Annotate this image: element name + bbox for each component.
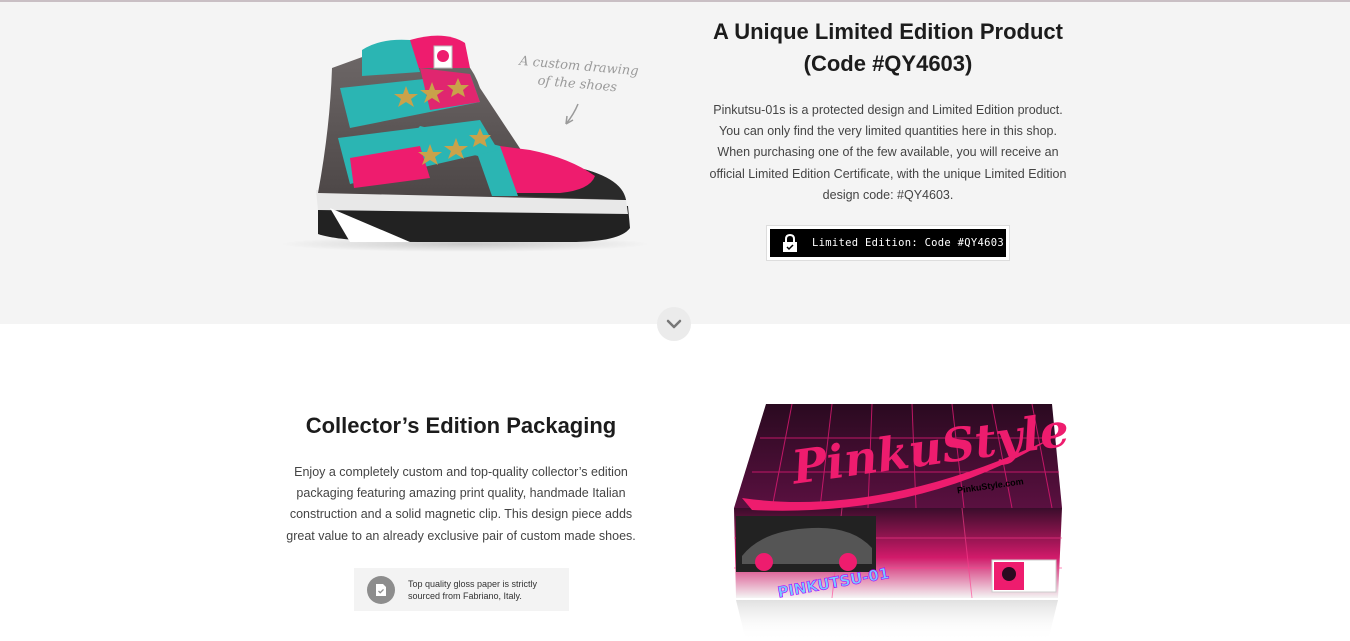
packaging-title: Collector’s Edition Packaging xyxy=(305,413,617,438)
scroll-down-button[interactable] xyxy=(657,307,691,341)
chevron-down-icon xyxy=(666,319,682,329)
product-title-line-1: A Unique Limited Edition Product xyxy=(713,19,1063,44)
product-title-line-2: (Code #QY4603) xyxy=(803,51,973,76)
packaging-description: Enjoy a completely custom and top-qualit… xyxy=(286,465,636,543)
packaging-section xyxy=(0,324,1350,641)
packaging-box-image: PinkuStyle PinkuStyle.com PINKUTSU-01 xyxy=(722,398,1072,641)
product-title: A Unique Limited Edition Product (Code #… xyxy=(700,16,1076,80)
paper-note: Top quality gloss paper is strictly sour… xyxy=(354,568,569,611)
limited-edition-badge[interactable]: Limited Edition: Code #QY4603 xyxy=(767,226,1009,260)
badge-label: Limited Edition: Code #QY4603 xyxy=(812,237,1005,249)
product-description: Pinkutsu-01s is a protected design and L… xyxy=(709,103,1067,202)
paper-note-text: Top quality gloss paper is strictly sour… xyxy=(408,578,538,601)
annotation-arrow-icon xyxy=(565,103,579,125)
product-section xyxy=(0,2,1350,324)
lock-icon xyxy=(783,234,797,252)
document-icon xyxy=(367,575,395,604)
